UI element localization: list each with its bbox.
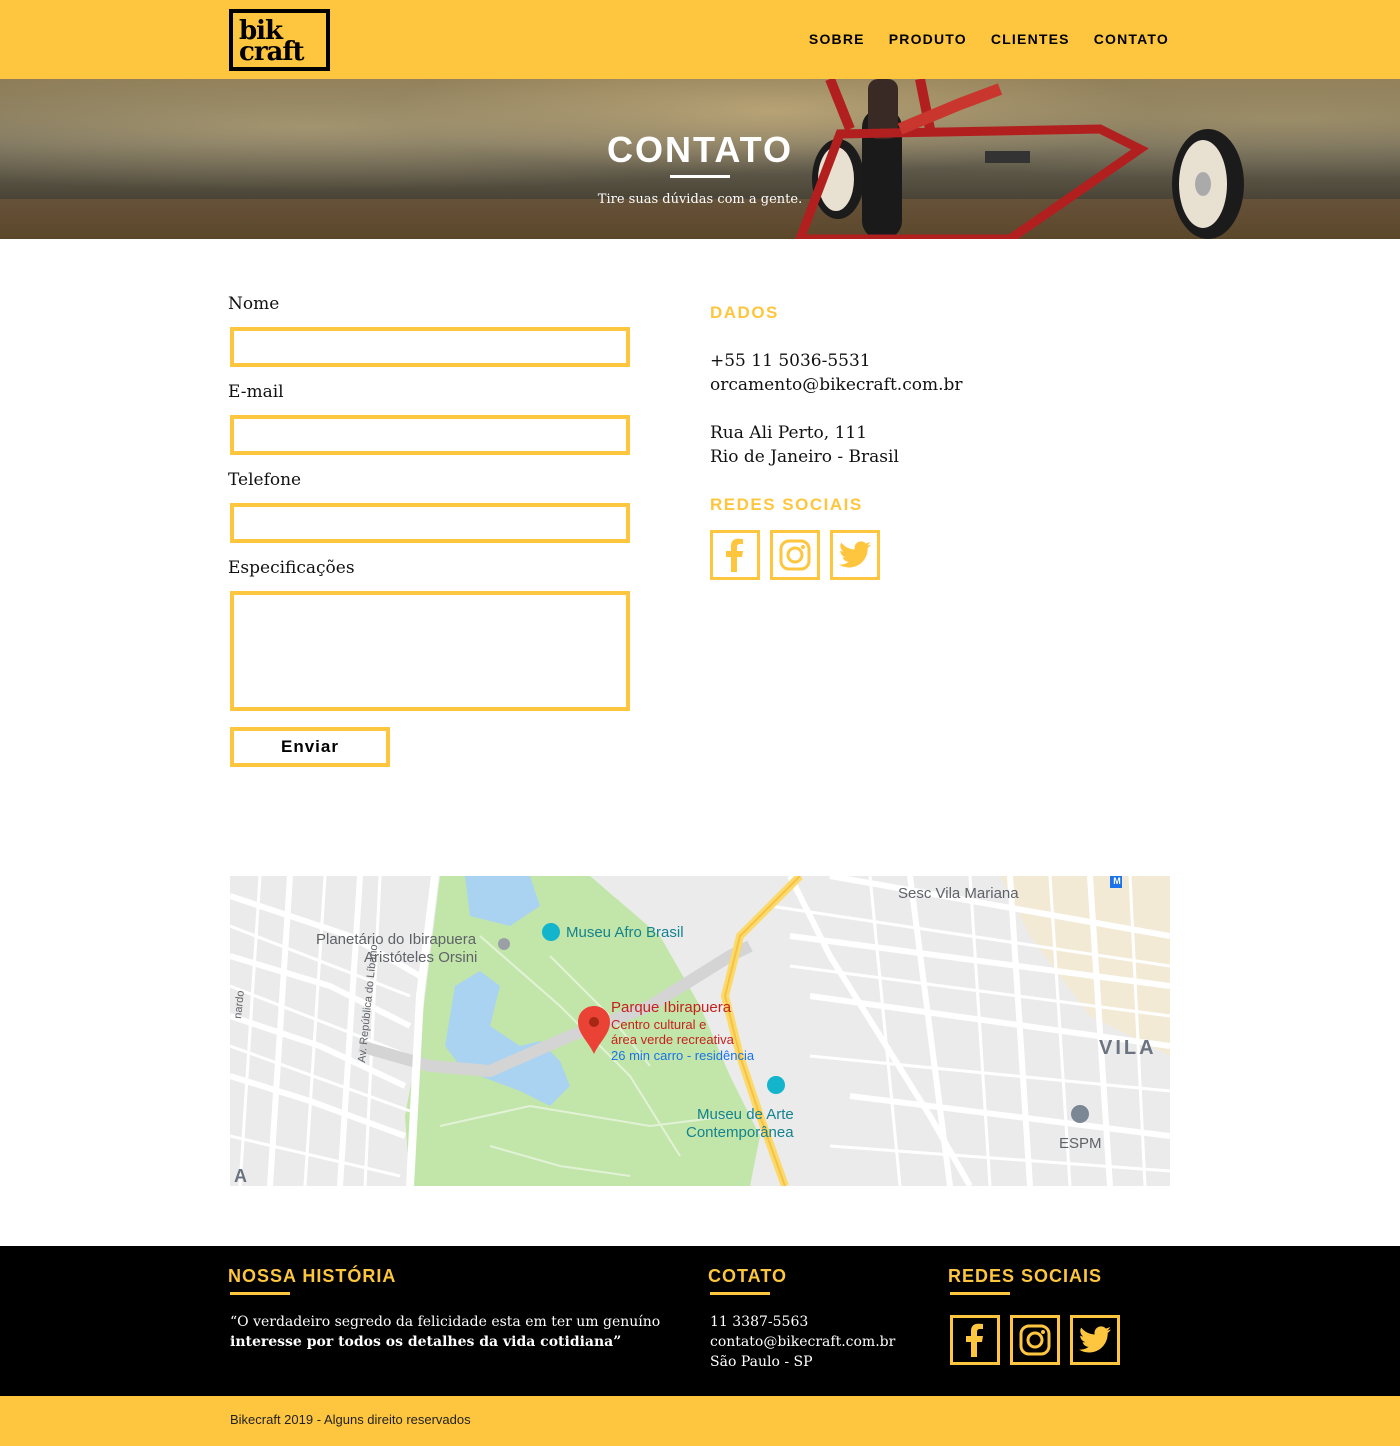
footer-social-underline [950,1292,1010,1295]
footer-contact-city: São Paulo - SP [710,1354,813,1370]
site-header: bik craft SOBRE PRODUTO CLIENTES CONTATO [0,0,1400,79]
name-label: Nome [228,294,280,314]
nav-contato[interactable]: CONTATO [1094,31,1169,47]
map-label-route: 26 min carro - residência [611,1048,755,1063]
social-title: REDES SOCIAIS [710,495,863,514]
specs-label: Especificações [228,558,355,578]
map-label-sesc: Sesc Vila Mariana [898,885,1019,902]
copyright-text: Bikecraft 2019 - Alguns direito reservad… [230,1412,471,1427]
email-label: E-mail [228,382,284,402]
map-label-vila: VILA [1099,1037,1157,1059]
footer-contact-title: COTATO [708,1266,787,1286]
map-label-planetario-1: Planetário do Ibirapuera [316,931,477,948]
dados-title: DADOS [710,303,779,322]
map-label-espm: ESPM [1059,1135,1102,1152]
facebook-icon[interactable] [710,530,760,580]
nav-clientes[interactable]: CLIENTES [991,31,1070,47]
footer-social-links [950,1315,1120,1365]
main-nav: SOBRE PRODUTO CLIENTES CONTATO [809,31,1169,47]
copyright-bar: Bikecraft 2019 - Alguns direito reservad… [0,1396,1400,1446]
contact-phone: +55 11 5036-5531 [710,351,871,371]
footer-history-title: NOSSA HISTÓRIA [228,1266,397,1286]
nav-produto[interactable]: PRODUTO [889,31,967,47]
page-title: CONTATO [607,129,793,170]
metro-icon: M [1113,876,1121,886]
twitter-icon[interactable] [830,530,880,580]
map-label-mac-2: Contemporânea [686,1124,794,1141]
facebook-icon[interactable] [950,1315,1000,1365]
logo-line-2: craft [239,37,305,67]
footer-contact-underline [710,1292,770,1295]
map-label-planetario-2: Aristóteles Orsini [364,949,478,966]
nav-sobre[interactable]: SOBRE [809,31,865,47]
contact-email[interactable]: orcamento@bikecraft.com.br [710,373,963,397]
location-map[interactable]: Sesc Vila Mariana Planetário do Ibirapue… [230,876,1170,1186]
site-footer: NOSSA HISTÓRIA “O verdadeiro segredo da … [0,1246,1400,1396]
specs-textarea[interactable] [230,591,630,711]
page-subtitle: Tire suas dúvidas com a gente. [597,192,803,207]
map-label-parque-desc-1: Centro cultural e [611,1017,707,1032]
footer-history-underline [230,1292,290,1295]
phone-field[interactable] [230,503,630,543]
hero-banner: CONTATO Tire suas dúvidas com a gente. [0,79,1400,239]
name-field[interactable] [230,327,630,367]
phone-label: Telefone [228,470,302,490]
footer-quote-line-2: interesse por todos os detalhes da vida … [230,1334,622,1350]
social-links [710,530,880,580]
map-label-edge-bottom: A [234,1166,247,1186]
footer-contact-email[interactable]: contato@bikecraft.com.br [710,1332,895,1352]
address-line-1: Rua Ali Perto, 111 [710,423,868,443]
footer-social-title: REDES SOCIAIS [948,1266,1103,1286]
email-field[interactable] [230,415,630,455]
address-line-2: Rio de Janeiro - Brasil [710,447,899,467]
map-label-mac-1: Museu de Arte [697,1106,794,1123]
instagram-icon[interactable] [770,530,820,580]
bikcraft-logo[interactable]: bik craft [229,9,330,71]
footer-contact-phone: 11 3387-5563 [710,1314,809,1330]
title-underline [670,175,730,178]
map-label-museu-afro: Museu Afro Brasil [566,924,684,941]
footer-quote-line-1: “O verdadeiro segredo da felicidade esta… [230,1314,661,1330]
map-label-parque-desc-2: área verde recreativa [611,1032,734,1047]
twitter-icon[interactable] [1070,1315,1120,1365]
submit-button[interactable]: Enviar [230,727,390,767]
instagram-icon[interactable] [1010,1315,1060,1365]
map-label-parque[interactable]: Parque Ibirapuera [611,999,731,1016]
